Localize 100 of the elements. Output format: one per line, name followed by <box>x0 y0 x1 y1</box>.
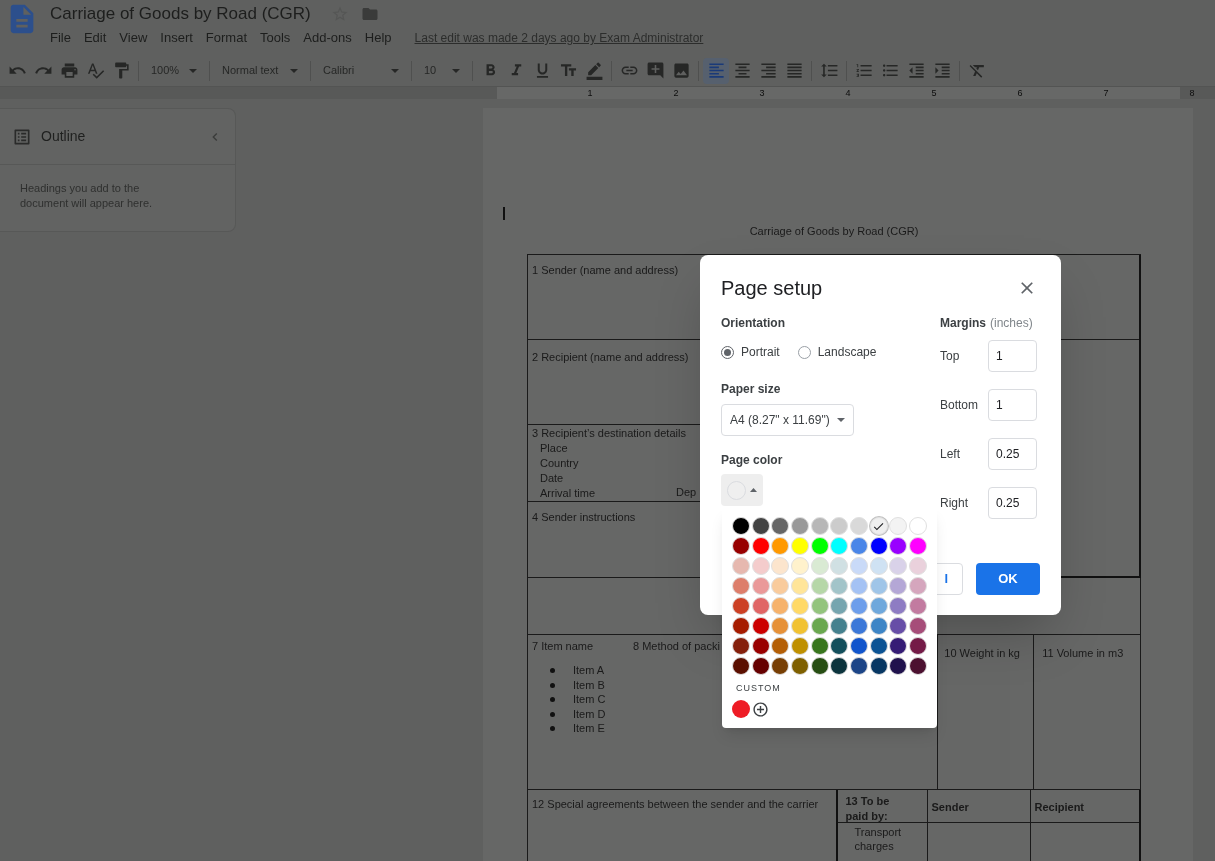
color-swatch[interactable] <box>810 637 829 655</box>
color-swatch[interactable] <box>771 517 790 535</box>
color-swatch[interactable] <box>731 537 750 555</box>
color-swatch[interactable] <box>810 517 829 535</box>
color-swatch[interactable] <box>731 577 750 595</box>
color-swatch[interactable] <box>771 637 790 655</box>
margin-input[interactable]: 1 <box>988 340 1037 372</box>
menu-item[interactable]: Add-ons <box>303 28 352 48</box>
page-color-button[interactable] <box>721 474 763 506</box>
color-swatch[interactable] <box>849 537 868 555</box>
color-swatch[interactable] <box>731 597 750 615</box>
color-swatch[interactable] <box>830 577 849 595</box>
color-swatch[interactable] <box>889 537 908 555</box>
menu-item[interactable]: Help <box>364 28 392 48</box>
color-swatch[interactable] <box>771 617 790 635</box>
color-swatch[interactable] <box>771 597 790 615</box>
color-swatch[interactable] <box>732 700 750 718</box>
color-swatch[interactable] <box>849 637 868 655</box>
document-title[interactable]: Carriage of Goods by Road (CGR) <box>50 1 311 27</box>
color-swatch[interactable] <box>751 597 770 615</box>
color-swatch[interactable] <box>771 657 790 675</box>
color-swatch[interactable] <box>810 557 829 575</box>
color-swatch[interactable] <box>771 537 790 555</box>
color-swatch[interactable] <box>830 637 849 655</box>
color-swatch[interactable] <box>849 597 868 615</box>
color-swatch[interactable] <box>810 597 829 615</box>
color-swatch[interactable] <box>751 557 770 575</box>
color-swatch[interactable] <box>830 597 849 615</box>
color-swatch[interactable] <box>790 617 809 635</box>
color-swatch[interactable] <box>909 657 928 675</box>
color-swatch[interactable] <box>731 557 750 575</box>
color-swatch[interactable] <box>810 577 829 595</box>
color-swatch[interactable] <box>889 557 908 575</box>
color-swatch[interactable] <box>790 517 809 535</box>
color-swatch[interactable] <box>889 597 908 615</box>
color-swatch[interactable] <box>731 657 750 675</box>
color-swatch[interactable] <box>790 637 809 655</box>
color-swatch[interactable] <box>751 617 770 635</box>
color-swatch[interactable] <box>849 657 868 675</box>
color-swatch[interactable] <box>849 617 868 635</box>
color-swatch[interactable] <box>909 557 928 575</box>
color-swatch[interactable] <box>889 637 908 655</box>
color-swatch[interactable] <box>751 637 770 655</box>
color-swatch[interactable] <box>849 577 868 595</box>
paper-size-dropdown[interactable]: A4 (8.27" x 11.69") <box>721 404 854 436</box>
color-swatch[interactable] <box>869 577 888 595</box>
menu-item[interactable]: Edit <box>83 28 107 48</box>
color-swatch[interactable] <box>810 537 829 555</box>
color-swatch[interactable] <box>751 537 770 555</box>
color-swatch[interactable] <box>751 577 770 595</box>
color-swatch[interactable] <box>889 517 908 535</box>
color-swatch[interactable] <box>889 617 908 635</box>
color-swatch[interactable] <box>849 557 868 575</box>
margin-input[interactable]: 0.25 <box>988 438 1037 470</box>
color-swatch[interactable] <box>830 537 849 555</box>
color-swatch[interactable] <box>810 657 829 675</box>
margin-input[interactable]: 1 <box>988 389 1037 421</box>
color-swatch[interactable] <box>731 617 750 635</box>
menu-item[interactable]: File <box>50 28 71 48</box>
style-dropdown[interactable]: Normal text <box>214 57 306 84</box>
color-swatch[interactable] <box>830 557 849 575</box>
color-swatch[interactable] <box>751 657 770 675</box>
color-swatch[interactable] <box>889 577 908 595</box>
color-swatch[interactable] <box>909 637 928 655</box>
color-swatch[interactable] <box>790 577 809 595</box>
menu-item[interactable]: Insert <box>160 28 193 48</box>
folder-icon[interactable] <box>360 5 379 23</box>
color-swatch[interactable] <box>869 617 888 635</box>
color-swatch[interactable] <box>731 637 750 655</box>
ok-button[interactable]: OK <box>976 563 1040 595</box>
color-swatch[interactable] <box>830 517 849 535</box>
color-swatch[interactable] <box>869 637 888 655</box>
color-swatch[interactable] <box>830 657 849 675</box>
menu-item[interactable]: Format <box>205 28 247 48</box>
add-custom-color-icon[interactable] <box>752 700 769 718</box>
color-swatch[interactable] <box>771 557 790 575</box>
menu-item[interactable]: Tools <box>260 28 291 48</box>
margin-input[interactable]: 0.25 <box>988 487 1037 519</box>
orientation-radio[interactable]: Portrait <box>721 343 780 361</box>
color-swatch[interactable] <box>790 597 809 615</box>
color-swatch[interactable] <box>889 657 908 675</box>
menu-item[interactable]: View <box>119 28 148 48</box>
color-swatch[interactable] <box>790 537 809 555</box>
color-swatch[interactable] <box>751 517 770 535</box>
align-left-icon[interactable] <box>703 57 729 84</box>
color-swatch[interactable] <box>869 557 888 575</box>
color-swatch[interactable] <box>869 597 888 615</box>
color-swatch[interactable] <box>909 537 928 555</box>
color-swatch[interactable] <box>909 577 928 595</box>
color-swatch[interactable] <box>849 517 868 535</box>
color-swatch[interactable] <box>909 597 928 615</box>
color-swatch[interactable] <box>771 577 790 595</box>
orientation-radio[interactable]: Landscape <box>797 343 877 361</box>
color-swatch[interactable] <box>731 517 750 535</box>
color-swatch[interactable] <box>869 657 888 675</box>
color-swatch[interactable] <box>909 517 928 535</box>
color-swatch[interactable] <box>810 617 829 635</box>
color-swatch[interactable] <box>869 517 888 535</box>
color-swatch[interactable] <box>790 657 809 675</box>
color-swatch[interactable] <box>830 617 849 635</box>
